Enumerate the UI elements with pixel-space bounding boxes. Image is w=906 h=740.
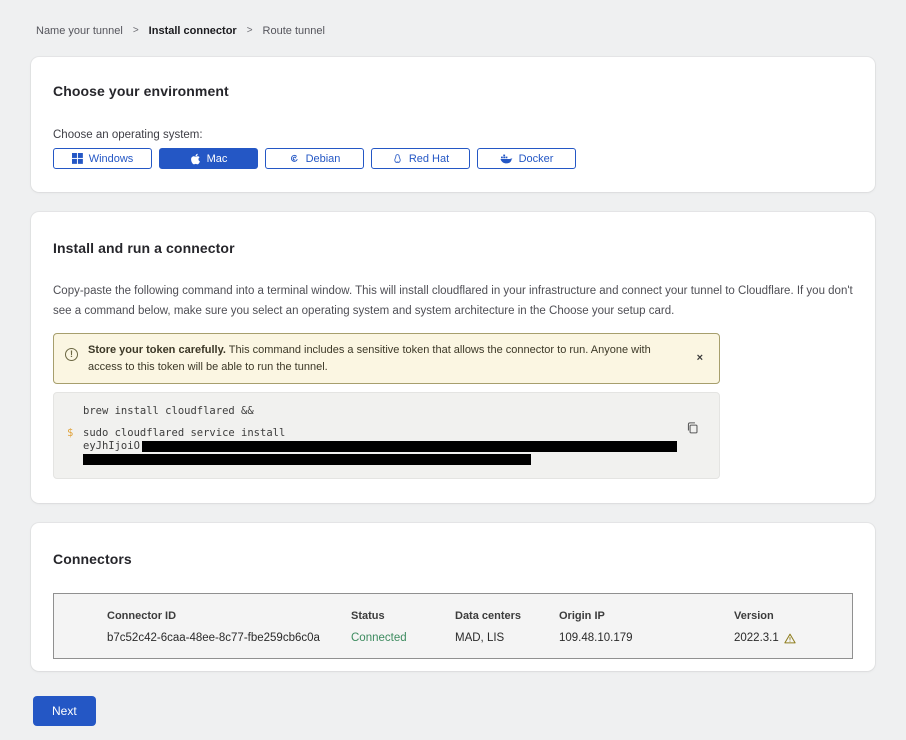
redacted-token-bar <box>83 454 531 465</box>
data-centers-value: MAD, LIS <box>455 632 559 644</box>
os-button-label: Mac <box>207 153 228 165</box>
os-button-label: Windows <box>89 153 134 165</box>
breadcrumb-step-install-connector[interactable]: Install connector <box>149 25 237 37</box>
table-header-row: Connector ID Status Data centers Origin … <box>107 610 852 622</box>
breadcrumb: Name your tunnel > Install connector > R… <box>0 0 906 37</box>
environment-card-title: Choose your environment <box>53 83 853 99</box>
os-button-windows[interactable]: Windows <box>53 148 152 169</box>
column-header-data-centers: Data centers <box>455 610 559 622</box>
close-icon[interactable]: × <box>693 351 707 366</box>
docker-logo-icon <box>500 153 513 164</box>
copy-icon[interactable] <box>686 421 699 435</box>
install-description: Copy-paste the following command into a … <box>53 282 853 321</box>
os-button-group: Windows Mac Debian Red Hat <box>53 148 853 169</box>
column-header-status: Status <box>351 610 455 622</box>
connector-id-value: b7c52c42-6caa-48ee-8c77-fbe259cb6c0a <box>107 632 351 644</box>
table-row: b7c52c42-6caa-48ee-8c77-fbe259cb6c0a Con… <box>107 632 852 644</box>
os-button-label: Docker <box>519 153 554 165</box>
warning-triangle-icon <box>784 633 796 644</box>
connectors-card: Connectors Connector ID Status Data cent… <box>31 523 875 671</box>
install-connector-card: Install and run a connector Copy-paste t… <box>31 212 875 503</box>
token-warning-title: Store your token carefully. <box>88 344 226 356</box>
shell-prompt: $ <box>67 427 73 440</box>
install-command-codeblock: brew install cloudflared && $ sudo cloud… <box>53 392 720 479</box>
install-card-title: Install and run a connector <box>53 240 853 256</box>
tunnel-setup-page: Name your tunnel > Install connector > R… <box>0 0 906 740</box>
os-button-label: Red Hat <box>409 153 449 165</box>
redacted-token-bar <box>142 441 677 452</box>
os-button-debian[interactable]: Debian <box>265 148 364 169</box>
connectors-table: Connector ID Status Data centers Origin … <box>53 593 853 659</box>
token-warning-text: Store your token carefully. This command… <box>88 342 683 375</box>
environment-card: Choose your environment Choose an operat… <box>31 57 875 192</box>
next-button[interactable]: Next <box>33 696 96 726</box>
os-button-mac[interactable]: Mac <box>159 148 258 169</box>
column-header-connector-id: Connector ID <box>107 610 351 622</box>
breadcrumb-step-route-tunnel[interactable]: Route tunnel <box>263 25 325 37</box>
code-line-token-2 <box>83 453 679 466</box>
alert-circle-icon: ! <box>65 348 78 361</box>
os-button-redhat[interactable]: Red Hat <box>371 148 470 169</box>
breadcrumb-separator: > <box>247 25 253 36</box>
connectors-card-title: Connectors <box>53 551 853 567</box>
apple-logo-icon <box>190 153 201 165</box>
os-button-docker[interactable]: Docker <box>477 148 576 169</box>
column-header-version: Version <box>734 610 852 622</box>
breadcrumb-step-name-your-tunnel[interactable]: Name your tunnel <box>36 25 123 37</box>
status-badge: Connected <box>351 632 455 644</box>
code-line-sudo: sudo cloudflared service install <box>83 427 679 440</box>
debian-logo-icon <box>289 153 300 164</box>
code-line-brew: brew install cloudflared && <box>83 405 679 418</box>
windows-logo-icon <box>72 153 83 164</box>
breadcrumb-separator: > <box>133 25 139 36</box>
os-select-label: Choose an operating system: <box>53 129 853 141</box>
token-warning-banner: ! Store your token carefully. This comma… <box>53 333 720 384</box>
origin-ip-value: 109.48.10.179 <box>559 632 734 644</box>
column-header-origin-ip: Origin IP <box>559 610 734 622</box>
redhat-logo-icon <box>392 153 403 165</box>
code-line-token: eyJhIjoiO <box>83 440 679 453</box>
os-button-label: Debian <box>306 153 341 165</box>
version-value: 2022.3.1 <box>734 632 852 644</box>
